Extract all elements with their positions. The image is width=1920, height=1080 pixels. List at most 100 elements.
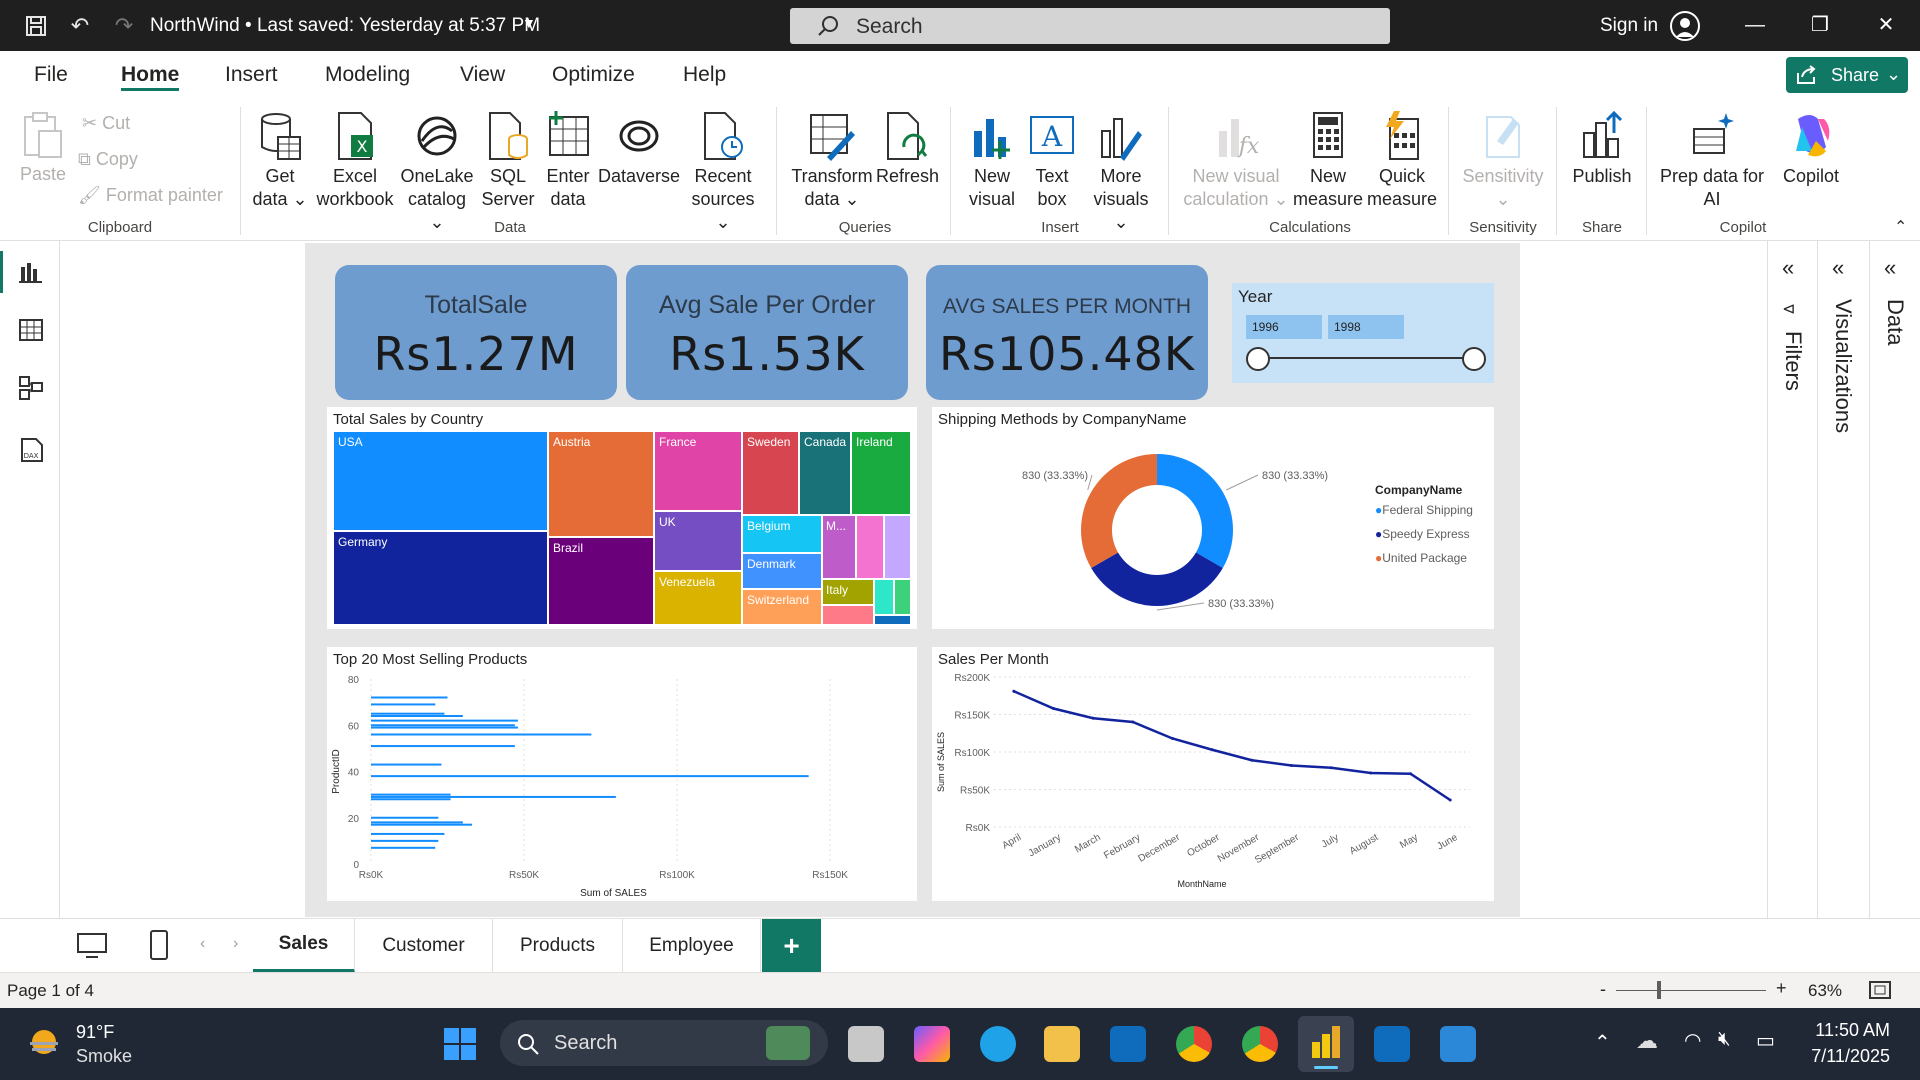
treemap-tile-germany[interactable]: Germany <box>333 531 548 625</box>
sales-per-month-line-visual[interactable]: Sales Per Month Rs0K Rs50K Rs100K Rs150K Rs2… <box>932 647 1494 901</box>
zoom-slider[interactable] <box>1616 990 1766 991</box>
tab-view[interactable]: View <box>460 63 505 87</box>
kpi-card-avg-sale-per-order[interactable]: Avg Sale Per Order Rs1.53K <box>626 265 908 400</box>
treemap-tile[interactable] <box>874 579 894 615</box>
slicer-end-handle[interactable] <box>1462 347 1486 371</box>
fit-to-page-icon[interactable] <box>1868 980 1892 1000</box>
treemap-tile-switzerland[interactable]: Switzerland <box>742 589 822 625</box>
power-bi-taskbar-active[interactable] <box>1298 1016 1354 1072</box>
slicer-start-handle[interactable] <box>1246 347 1270 371</box>
cut-button[interactable]: ✂ Cut <box>82 113 130 134</box>
add-page-button[interactable]: + <box>762 919 821 973</box>
chevron-down-icon[interactable]: ▼ <box>522 15 536 31</box>
restore-icon[interactable]: ❐ <box>1800 10 1840 40</box>
get-data-button[interactable]: Get data ⌄ <box>250 111 310 211</box>
kpi-card-total-sale[interactable]: TotalSale Rs1.27M <box>335 265 617 400</box>
treemap-tile-denmark[interactable]: Denmark <box>742 553 822 589</box>
page-tab-products[interactable]: Products <box>493 919 623 973</box>
visualizations-pane[interactable]: « Visualizations <box>1817 241 1869 918</box>
new-measure-button[interactable]: New measure <box>1292 111 1364 211</box>
document-title[interactable]: NorthWind • Last saved: Yesterday at 5:3… <box>150 15 540 37</box>
redo-icon[interactable]: ↷ <box>110 12 138 40</box>
zoom-out-button[interactable]: - <box>1600 979 1606 1000</box>
onelake-catalog-button[interactable]: OneLake catalog ⌄ <box>398 111 476 234</box>
zoom-in-button[interactable]: + <box>1776 978 1787 999</box>
tab-modeling[interactable]: Modeling <box>325 63 410 87</box>
treemap-tile-brazil[interactable]: Brazil <box>548 537 654 625</box>
model-view-icon[interactable] <box>18 375 44 401</box>
table-view-icon[interactable] <box>18 317 44 343</box>
treemap-tile-italy[interactable]: Italy <box>822 579 874 605</box>
treemap-tile[interactable] <box>822 605 874 625</box>
data-pane[interactable]: « Data <box>1869 241 1920 918</box>
transform-data-button[interactable]: Transform data ⌄ <box>788 111 876 211</box>
treemap-visual[interactable]: Total Sales by Country USA Germany Austr… <box>327 407 917 629</box>
treemap-tile-usa[interactable]: USA <box>333 431 548 531</box>
dataverse-button[interactable]: Dataverse <box>598 111 680 188</box>
minimize-icon[interactable]: — <box>1735 10 1775 40</box>
show-hidden-icons[interactable]: ⌃ <box>1594 1030 1611 1055</box>
avatar[interactable] <box>1670 11 1700 41</box>
vscode-icon[interactable] <box>1374 1026 1410 1062</box>
page-tab-sales[interactable]: Sales <box>253 919 355 973</box>
refresh-button[interactable]: Refresh <box>876 111 939 188</box>
clock-time[interactable]: 11:50 AM <box>1810 1020 1890 1041</box>
copilot-button[interactable]: Copilot <box>1768 111 1854 188</box>
edge-icon[interactable] <box>980 1026 1016 1062</box>
treemap-tile[interactable] <box>894 579 911 615</box>
recent-sources-button[interactable]: Recent sources ⌄ <box>684 111 762 234</box>
filters-pane[interactable]: « ⊲ Filters <box>1767 241 1817 918</box>
new-visual-calculation-button[interactable]: fx New visual calculation ⌄ <box>1180 111 1292 211</box>
report-view-icon[interactable] <box>18 259 44 285</box>
weather-icon[interactable] <box>26 1026 62 1062</box>
treemap-tile-france[interactable]: France <box>654 431 742 511</box>
task-view-icon[interactable] <box>848 1026 884 1062</box>
desktop-layout-icon[interactable] <box>76 932 108 960</box>
expand-filters-icon[interactable]: « <box>1782 255 1794 281</box>
mobile-layout-icon[interactable] <box>148 929 170 961</box>
treemap-tile-austria[interactable]: Austria <box>548 431 654 537</box>
search-input[interactable]: Search <box>790 8 1390 44</box>
scroll-right-icon[interactable]: › <box>233 935 238 953</box>
clock-date[interactable]: 7/11/2025 <box>1800 1046 1890 1067</box>
treemap-tile-venezuela[interactable]: Venezuela <box>654 571 742 625</box>
sign-in-link[interactable]: Sign in <box>1600 15 1658 37</box>
copy-button[interactable]: ⧉ Copy <box>78 149 138 170</box>
onedrive-icon[interactable]: ☁ <box>1636 1028 1658 1054</box>
expand-data-icon[interactable]: « <box>1884 255 1896 281</box>
format-painter-button[interactable]: 🖌 Format painter <box>78 185 223 206</box>
dax-query-view-icon[interactable]: DAX <box>18 437 44 463</box>
page-tab-employee[interactable]: Employee <box>623 919 761 973</box>
outlook-icon[interactable] <box>1110 1026 1146 1062</box>
paste-button[interactable]: Paste <box>16 111 70 186</box>
chrome-profile-icon[interactable] <box>1242 1026 1278 1062</box>
treemap-tile-mexico[interactable]: M... <box>822 515 856 579</box>
treemap-tile[interactable] <box>856 515 884 579</box>
more-visuals-button[interactable]: More visuals ⌄ <box>1084 111 1158 234</box>
sql-server-button[interactable]: SQL Server <box>480 111 536 211</box>
year-slicer[interactable]: Year 1996 1998 <box>1232 283 1494 383</box>
tab-home[interactable]: Home <box>121 63 179 87</box>
tab-insert[interactable]: Insert <box>225 63 278 87</box>
treemap-tile[interactable] <box>874 615 911 625</box>
tab-help[interactable]: Help <box>683 63 726 87</box>
page-tab-customer[interactable]: Customer <box>355 919 493 973</box>
treemap-tile-canada[interactable]: Canada <box>799 431 851 515</box>
treemap-tile-belgium[interactable]: Belgium <box>742 515 822 553</box>
slicer-from-input[interactable]: 1996 <box>1246 315 1322 339</box>
kpi-card-avg-sales-per-month[interactable]: AVG SALES PER MONTH Rs105.48K <box>926 265 1208 400</box>
battery-icon[interactable]: ▭ <box>1756 1028 1775 1053</box>
close-icon[interactable]: ✕ <box>1866 10 1906 40</box>
publish-button[interactable]: Publish <box>1566 111 1638 188</box>
taskbar-search-input[interactable]: Search <box>500 1020 828 1066</box>
photos-icon[interactable] <box>1440 1026 1476 1062</box>
collapse-ribbon-icon[interactable]: ⌃ <box>1894 217 1907 237</box>
wifi-icon[interactable]: ◠ <box>1684 1028 1701 1053</box>
windows-start-icon[interactable] <box>442 1026 478 1062</box>
sensitivity-button[interactable]: Sensitivity ⌄ <box>1456 111 1550 211</box>
tab-file[interactable]: File <box>34 63 68 87</box>
treemap-tile[interactable] <box>884 515 911 579</box>
treemap-tile-ireland[interactable]: Ireland <box>851 431 911 515</box>
treemap-tile-sweden[interactable]: Sweden <box>742 431 799 515</box>
prep-data-for-ai-button[interactable]: Prep data for AI <box>1656 111 1768 211</box>
